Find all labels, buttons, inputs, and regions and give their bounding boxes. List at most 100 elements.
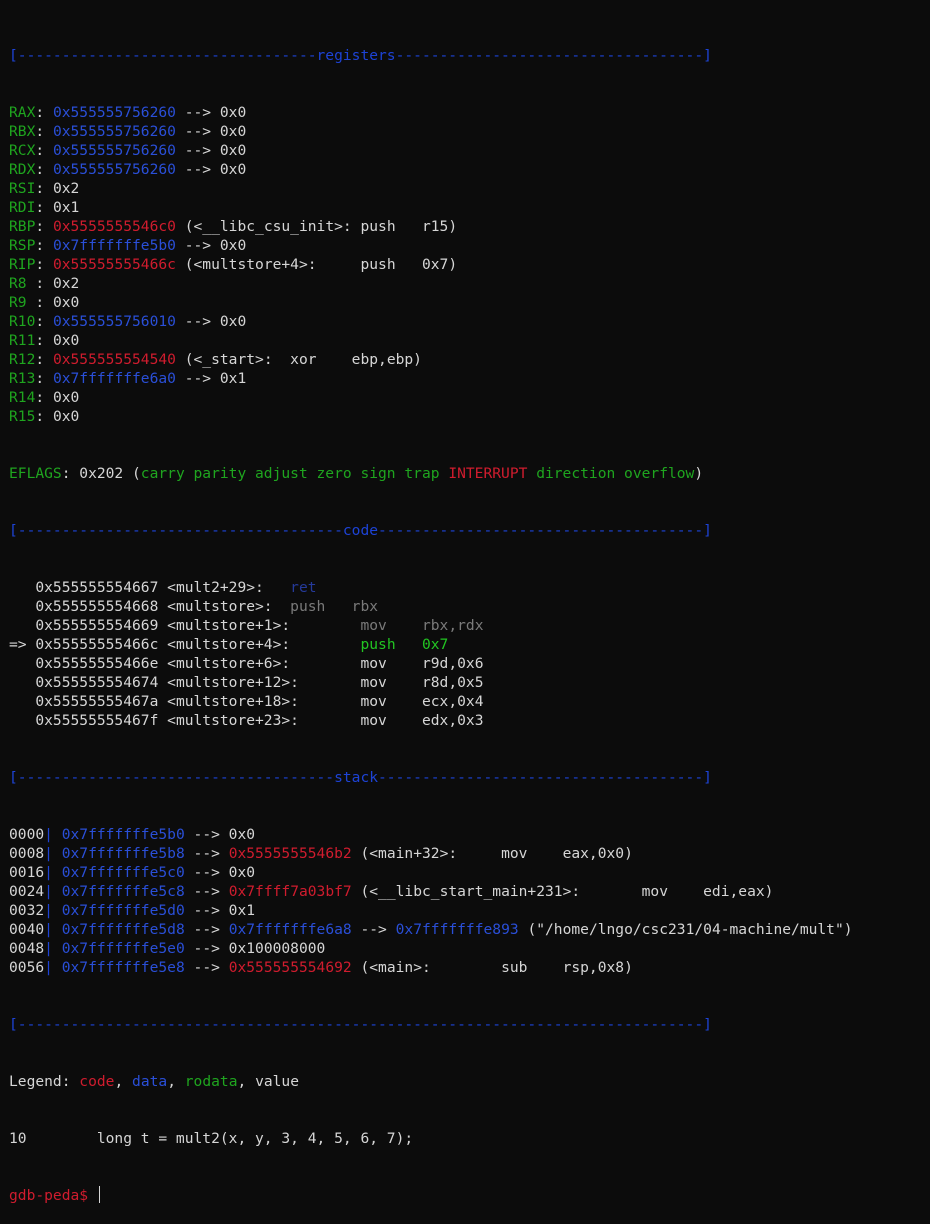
instruction-address: 0x555555554669	[35, 617, 159, 634]
gdb-prompt: gdb-peda$	[9, 1187, 97, 1204]
stack-row: 0032| 0x7fffffffe5d0 --> 0x1	[9, 901, 924, 920]
register-separator: :	[35, 104, 53, 121]
register-address: 0x555555554540	[52, 351, 176, 368]
legend-rodata: rodata	[184, 1073, 238, 1090]
register-row: R10: 0x555555756010 --> 0x0	[9, 312, 924, 331]
register-value: 0x0	[52, 332, 80, 349]
stack-divider: |	[44, 959, 62, 976]
source-line: 10 long t = mult2(x, y, 3, 4, 5, 6, 7);	[9, 1130, 414, 1147]
register-separator: :	[26, 275, 53, 292]
stack-offset: 0032	[9, 902, 45, 919]
register-separator: :	[35, 370, 53, 387]
register-row: RIP: 0x55555555466c (<multstore+4>: push…	[9, 255, 924, 274]
instruction-text: push 0x7	[360, 636, 449, 653]
instruction-text: mov rbx,rdx	[360, 617, 484, 634]
instruction-pointer-marker	[9, 674, 35, 691]
stack-address: 0x7fffffffe5d0	[61, 902, 185, 919]
instruction-row: 0x555555554668 <multstore>: push rbx	[9, 597, 924, 616]
stack-value-segment: 0x7ffff7a03bf7	[228, 883, 352, 900]
stack-address: 0x7fffffffe5c0	[61, 864, 185, 881]
stack-row: 0024| 0x7fffffffe5c8 --> 0x7ffff7a03bf7 …	[9, 882, 924, 901]
stack-value-segment: 0x7fffffffe6a8	[228, 921, 352, 938]
end-separator: [---------------------------------------…	[9, 1016, 712, 1033]
prompt-line[interactable]: gdb-peda$	[9, 1186, 924, 1205]
instruction-address: 0x555555554668	[35, 598, 159, 615]
instruction-symbol: <multstore+12>:	[158, 674, 361, 691]
register-separator: :	[35, 218, 53, 235]
instruction-text: mov ecx,0x4	[360, 693, 484, 710]
register-separator: :	[35, 142, 53, 159]
instruction-symbol: <multstore+1>:	[158, 617, 361, 634]
stack-value-segment: 0x5555555546b2	[228, 845, 352, 862]
register-name: R11	[9, 332, 36, 349]
legend-comma: ,	[237, 1073, 256, 1090]
register-separator: :	[26, 294, 53, 311]
stack-value-segment: (<main>: sub rsp,0x8)	[351, 959, 633, 976]
register-separator: :	[35, 123, 53, 140]
stack-value-segment: -->	[184, 959, 229, 976]
register-name: R12	[9, 351, 36, 368]
register-name: RSP	[9, 237, 36, 254]
stack-offset: 0024	[9, 883, 45, 900]
register-row: RSP: 0x7fffffffe5b0 --> 0x0	[9, 236, 924, 255]
stack-value-segment: -->	[184, 845, 229, 862]
register-separator: :	[35, 332, 53, 349]
register-row: R14: 0x0	[9, 388, 924, 407]
register-row: RDI: 0x1	[9, 198, 924, 217]
stack-address: 0x7fffffffe5e8	[61, 959, 185, 976]
eflags-value: : 0x202 (	[61, 465, 141, 482]
register-separator: :	[35, 199, 53, 216]
register-name: R9	[9, 294, 27, 311]
register-row: R8 : 0x2	[9, 274, 924, 293]
stack-offset: 0000	[9, 826, 45, 843]
register-separator: :	[35, 408, 53, 425]
register-deref: (<__libc_csu_init>: push r15)	[175, 218, 458, 235]
register-row: R13: 0x7fffffffe6a0 --> 0x1	[9, 369, 924, 388]
instruction-row: 0x555555554669 <multstore+1>: mov rbx,rd…	[9, 616, 924, 635]
stack-row: 0056| 0x7fffffffe5e8 --> 0x555555554692 …	[9, 958, 924, 977]
instruction-address: 0x555555554674	[35, 674, 159, 691]
register-separator: :	[35, 313, 53, 330]
stack-value-segment: ("/home/lngo/csc231/04-machine/mult")	[518, 921, 853, 938]
register-deref: --> 0x0	[175, 123, 247, 140]
instruction-address: 0x55555555467f	[35, 712, 159, 729]
register-value: 0x0	[52, 294, 80, 311]
register-separator: :	[35, 351, 53, 368]
register-separator: :	[35, 161, 53, 178]
instruction-text: ret	[290, 579, 317, 596]
register-name: RIP	[9, 256, 36, 273]
register-value: 0x0	[52, 408, 80, 425]
legend-label: Legend:	[9, 1073, 80, 1090]
stack-value-segment: --> 0x1	[184, 902, 256, 919]
instruction-row: 0x55555555467f <multstore+23>: mov edx,0…	[9, 711, 924, 730]
stack-offset: 0008	[9, 845, 45, 862]
stack-offset: 0016	[9, 864, 45, 881]
register-address: 0x555555756260	[52, 104, 176, 121]
stack-divider: |	[44, 883, 62, 900]
register-name: RBX	[9, 123, 36, 140]
instruction-text: mov r9d,0x6	[360, 655, 484, 672]
legend-code: code	[79, 1073, 115, 1090]
instruction-row: 0x55555555466e <multstore+6>: mov r9d,0x…	[9, 654, 924, 673]
instruction-pointer-marker	[9, 712, 35, 729]
register-name: R13	[9, 370, 36, 387]
register-row: RAX: 0x555555756260 --> 0x0	[9, 103, 924, 122]
register-name: R15	[9, 408, 36, 425]
register-separator: :	[35, 237, 53, 254]
stack-row: 0040| 0x7fffffffe5d8 --> 0x7fffffffe6a8 …	[9, 920, 924, 939]
eflags-flags-clear-2: direction overflow	[527, 465, 695, 482]
instruction-text: mov edx,0x3	[360, 712, 484, 729]
instruction-symbol: <multstore+18>:	[158, 693, 361, 710]
instruction-row: 0x555555554674 <multstore+12>: mov r8d,0…	[9, 673, 924, 692]
stack-address: 0x7fffffffe5c8	[61, 883, 185, 900]
register-name: RDX	[9, 161, 36, 178]
stack-value-segment: -->	[184, 883, 229, 900]
register-value: 0x2	[52, 275, 80, 292]
stack-row: 0008| 0x7fffffffe5b8 --> 0x5555555546b2 …	[9, 844, 924, 863]
register-deref: --> 0x0	[175, 142, 247, 159]
eflags-label: EFLAGS	[9, 465, 62, 482]
text-cursor[interactable]	[98, 1186, 100, 1203]
register-row: R11: 0x0	[9, 331, 924, 350]
stack-offset: 0048	[9, 940, 45, 957]
stack-value-segment: --> 0x0	[184, 826, 256, 843]
